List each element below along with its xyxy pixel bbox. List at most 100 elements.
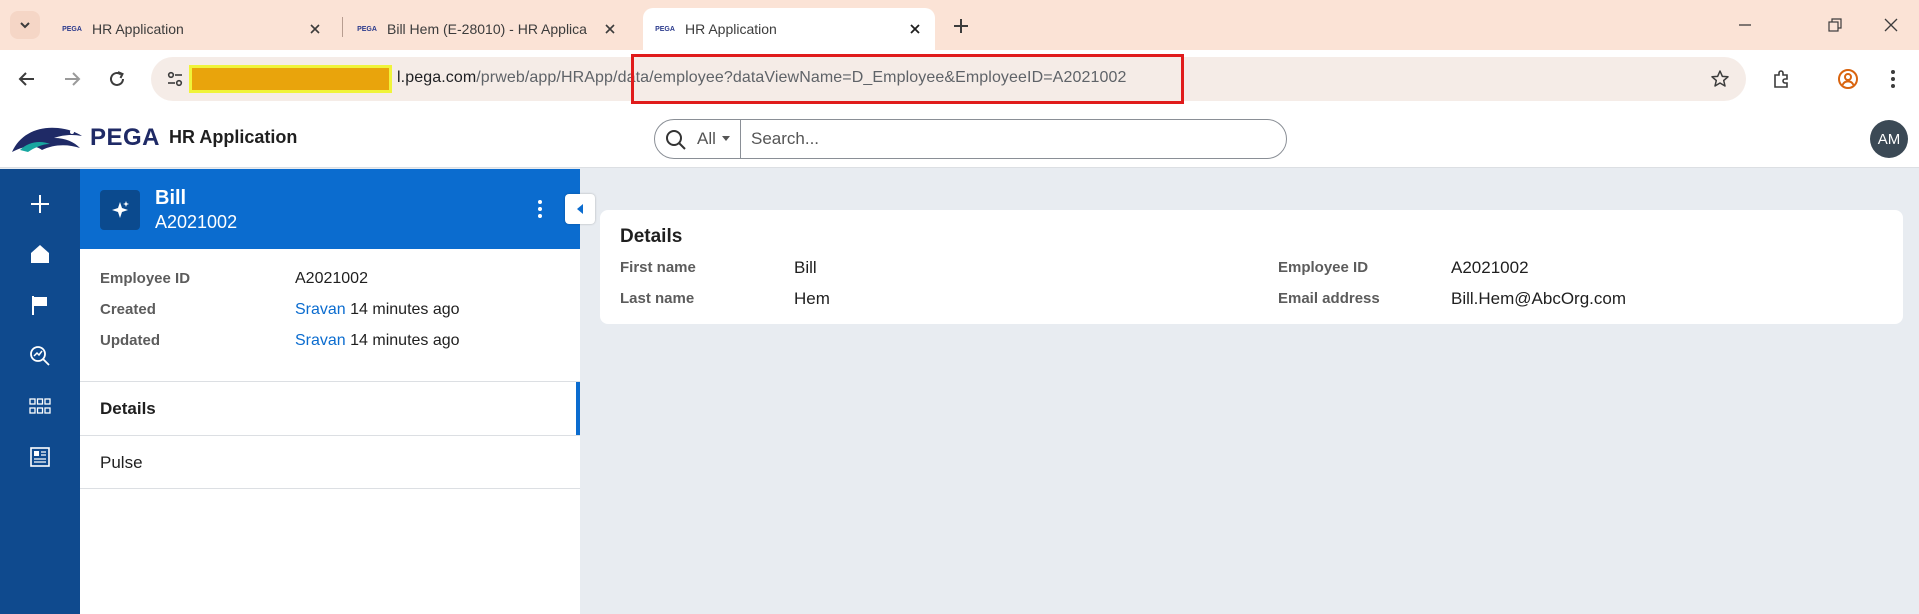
redaction-box	[189, 65, 392, 93]
employee-id-value: A2021002	[1451, 258, 1529, 277]
minimize-button[interactable]	[1725, 10, 1765, 40]
search-scope-value: All	[697, 129, 716, 148]
puzzle-icon	[1774, 70, 1788, 88]
address-bar[interactable]: l.pega.com/prweb/app/HRApp/data/employee…	[151, 54, 1746, 104]
browser-tab-active[interactable]: PEGA HR Application	[643, 8, 935, 50]
tab-pulse[interactable]: Pulse	[80, 435, 580, 489]
reload-icon	[110, 71, 124, 86]
app-header: PEGA HR Application All AM	[0, 108, 1919, 168]
arrow-right-icon	[65, 72, 81, 86]
minimize-icon	[1739, 24, 1751, 26]
browser-chrome: PEGA HR Application PEGA Bill Hem (E-280…	[0, 0, 1919, 108]
summary-row: Updated Sravan 14 minutes ago	[100, 332, 560, 356]
more-vertical-icon	[1891, 70, 1895, 88]
pega-logo-icon	[11, 127, 82, 152]
explore-data-button[interactable]	[25, 341, 55, 371]
summary-value: Sravan 14 minutes ago	[295, 301, 460, 319]
user-link[interactable]: Sravan	[295, 332, 346, 349]
summary-label: Employee ID	[100, 270, 191, 287]
browser-tab[interactable]: PEGA HR Application	[50, 8, 335, 50]
home-button[interactable]	[25, 239, 55, 269]
reports-button[interactable]	[25, 442, 55, 472]
sparkle-icon	[112, 201, 129, 218]
summary-row: Created Sravan 14 minutes ago	[100, 301, 560, 325]
tab-label: Details	[100, 399, 156, 418]
details-title: Details	[620, 226, 683, 247]
email-value: Bill.Hem@AbcOrg.com	[1451, 289, 1627, 308]
tab-strip: PEGA HR Application PEGA Bill Hem (E-280…	[0, 0, 1919, 50]
my-work-button[interactable]	[25, 290, 55, 320]
tab-title: Bill Hem (E-28010) - HR Applica	[387, 21, 587, 37]
url-host: l.pega.com	[397, 69, 477, 86]
summary-value: A2021002	[295, 270, 368, 287]
search-bar: All	[654, 119, 1287, 159]
field-label: First name	[620, 259, 696, 276]
highlight-box	[631, 54, 1184, 104]
flag-icon	[32, 296, 47, 315]
user-link[interactable]: Sravan	[295, 301, 346, 318]
last-name-value: Hem	[794, 289, 830, 308]
tab-title: HR Application	[92, 21, 184, 37]
field-label: Employee ID	[1278, 259, 1369, 276]
caret-down-icon	[721, 136, 730, 141]
left-nav	[0, 169, 80, 614]
close-icon[interactable]	[901, 15, 929, 43]
tab-search-button[interactable]	[10, 11, 40, 39]
search-scope-dropdown[interactable]: All	[697, 129, 731, 149]
extensions-button[interactable]	[1767, 64, 1797, 94]
tab-title: HR Application	[685, 21, 777, 37]
pega-logo[interactable]: PEGA	[10, 120, 160, 156]
case-actions-button[interactable]	[528, 193, 552, 225]
new-tab-button[interactable]	[946, 11, 976, 41]
close-icon[interactable]	[301, 15, 329, 43]
reload-button[interactable]	[102, 64, 132, 94]
case-header: Bill A2021002	[80, 169, 580, 249]
browser-tab[interactable]: PEGA Bill Hem (E-28010) - HR Applica	[345, 8, 630, 50]
report-icon	[30, 447, 50, 467]
details-card: Details First name Bill Last name Hem Em…	[600, 210, 1903, 324]
app-studio-button[interactable]	[25, 391, 55, 421]
logo-text: PEGA	[89, 124, 160, 151]
timestamp: 14 minutes ago	[350, 332, 460, 349]
caret-left-icon	[577, 204, 583, 214]
tab-details[interactable]: Details	[80, 381, 580, 436]
summary-row: Employee ID A2021002	[100, 270, 560, 294]
explore-icon	[30, 346, 50, 366]
more-vertical-icon	[538, 200, 542, 218]
search-icon	[665, 129, 687, 156]
tune-icon	[167, 71, 183, 87]
close-icon	[1884, 18, 1898, 32]
pega-favicon-icon: PEGA	[357, 25, 377, 33]
browser-menu-button[interactable]	[1878, 64, 1908, 94]
case-title: Bill	[155, 187, 187, 209]
search-divider	[740, 120, 741, 158]
avatar[interactable]: AM	[1870, 120, 1908, 158]
chevron-down-icon	[20, 22, 30, 29]
collapse-panel-button[interactable]	[565, 194, 595, 224]
case-id: A2021002	[155, 212, 238, 232]
summary-label: Created	[100, 301, 156, 318]
profile-button[interactable]	[1833, 64, 1863, 94]
close-icon[interactable]	[596, 15, 624, 43]
summary-label: Updated	[100, 332, 160, 349]
back-button[interactable]	[12, 64, 42, 94]
summary-value: Sravan 14 minutes ago	[295, 332, 460, 350]
case-type-icon	[100, 190, 140, 230]
bookmark-button[interactable]	[1706, 65, 1734, 93]
window-close-button[interactable]	[1871, 10, 1911, 40]
app-title: HR Application	[169, 127, 298, 147]
case-summary-panel: Bill A2021002 Employee ID A2021002 Creat…	[80, 169, 580, 614]
arrow-left-icon	[18, 72, 34, 86]
restore-icon	[1828, 18, 1842, 32]
create-button[interactable]	[25, 189, 55, 219]
tab-separator	[342, 17, 343, 37]
plus-icon	[31, 195, 49, 213]
site-info-button[interactable]	[159, 64, 191, 94]
restore-button[interactable]	[1815, 10, 1855, 40]
star-icon	[1711, 70, 1729, 87]
forward-button[interactable]	[57, 64, 87, 94]
search-input[interactable]	[751, 128, 1271, 150]
first-name-value: Bill	[794, 258, 817, 277]
tab-label: Pulse	[100, 453, 143, 472]
pega-favicon-icon: PEGA	[655, 25, 675, 33]
